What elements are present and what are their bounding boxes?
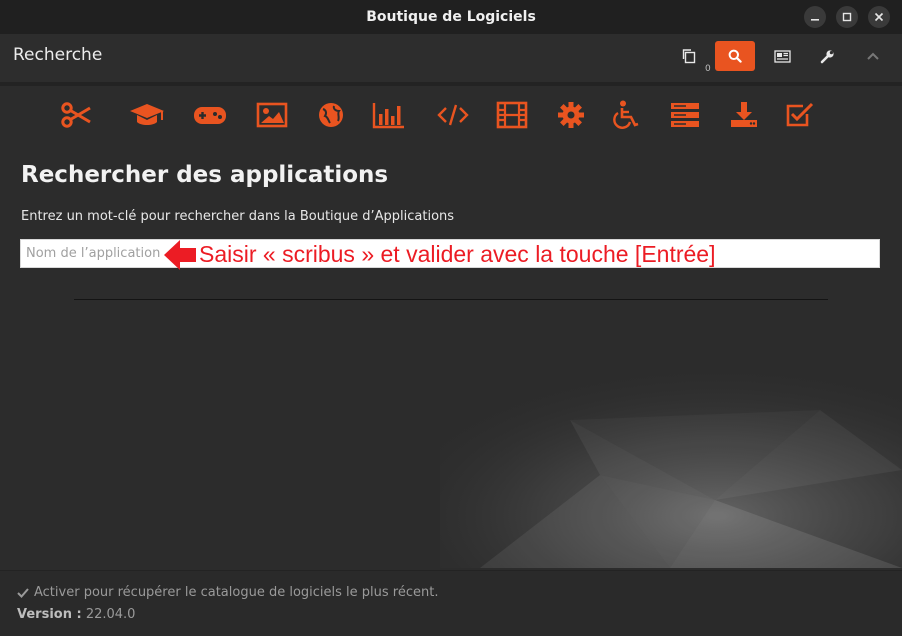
category-development[interactable]: [435, 97, 471, 133]
title-bar: Boutique de Logiciels: [0, 0, 902, 34]
category-games[interactable]: [192, 97, 228, 133]
page-title: Recherche: [13, 45, 103, 65]
window-controls: [804, 6, 890, 28]
category-system[interactable]: [553, 97, 589, 133]
version-label: Version :: [17, 607, 82, 622]
category-bar: [58, 97, 838, 133]
image-icon: [256, 102, 288, 128]
chevron-up-icon: [867, 52, 879, 60]
category-scissors-icon[interactable]: [58, 97, 94, 133]
wheelchair-icon: [613, 100, 639, 129]
category-education[interactable]: [129, 97, 165, 133]
minimize-button[interactable]: [804, 6, 826, 28]
category-installed[interactable]: [726, 97, 762, 133]
wrench-icon: [820, 49, 834, 63]
news-button[interactable]: [766, 41, 798, 71]
settings-button[interactable]: [812, 41, 842, 71]
search-instructions: Entrez un mot-clé pour rechercher dans l…: [21, 209, 455, 224]
newspaper-icon: [773, 49, 791, 63]
category-server[interactable]: [667, 97, 703, 133]
header-separator: [0, 82, 902, 86]
catalog-status: Activer pour récupérer le catalogue de l…: [17, 585, 438, 600]
maximize-icon: [842, 12, 852, 22]
copy-icon: [682, 49, 696, 64]
bar-chart-icon: [372, 103, 404, 129]
globe-icon: [319, 103, 343, 127]
maximize-button[interactable]: [836, 6, 858, 28]
download-icon: [731, 102, 757, 127]
category-internet[interactable]: [313, 97, 349, 133]
version-info: Version : 22.04.0: [17, 607, 135, 622]
search-heading: Rechercher des applications: [21, 162, 389, 188]
category-graphics[interactable]: [254, 97, 290, 133]
header-bar: Recherche 0: [0, 34, 902, 83]
background-polygons: [440, 360, 902, 568]
minimize-icon: [811, 19, 819, 21]
checkmark-icon: [17, 588, 29, 598]
code-icon: [437, 104, 469, 126]
category-office[interactable]: [371, 97, 407, 133]
graduation-cap-icon: [130, 104, 164, 125]
film-icon: [496, 101, 528, 129]
copy-button[interactable]: [674, 41, 704, 71]
checkbox-icon: [786, 102, 814, 127]
category-multimedia[interactable]: [494, 97, 530, 133]
app-window: Boutique de Logiciels Recherche 0 Recher…: [0, 0, 902, 636]
category-accessibility[interactable]: [608, 97, 644, 133]
scissors-icon: [61, 102, 91, 128]
search-icon: [728, 49, 742, 63]
server-icon: [671, 103, 699, 127]
collapse-button[interactable]: [858, 41, 888, 71]
gear-icon: [558, 102, 584, 128]
close-icon: [874, 12, 884, 22]
category-updates[interactable]: [782, 97, 818, 133]
annotation-arrow-icon: [164, 240, 196, 270]
content-divider: [74, 299, 828, 300]
close-button[interactable]: [868, 6, 890, 28]
gamepad-icon: [194, 107, 226, 124]
annotation-text: Saisir « scribus » et valider avec la to…: [199, 241, 716, 267]
status-footer: Activer pour récupérer le catalogue de l…: [0, 570, 902, 636]
catalog-status-text: Activer pour récupérer le catalogue de l…: [34, 585, 439, 600]
search-toggle-button[interactable]: [715, 41, 755, 71]
cart-count: 0: [705, 64, 711, 74]
window-title: Boutique de Logiciels: [366, 9, 536, 25]
version-value: 22.04.0: [85, 607, 136, 622]
